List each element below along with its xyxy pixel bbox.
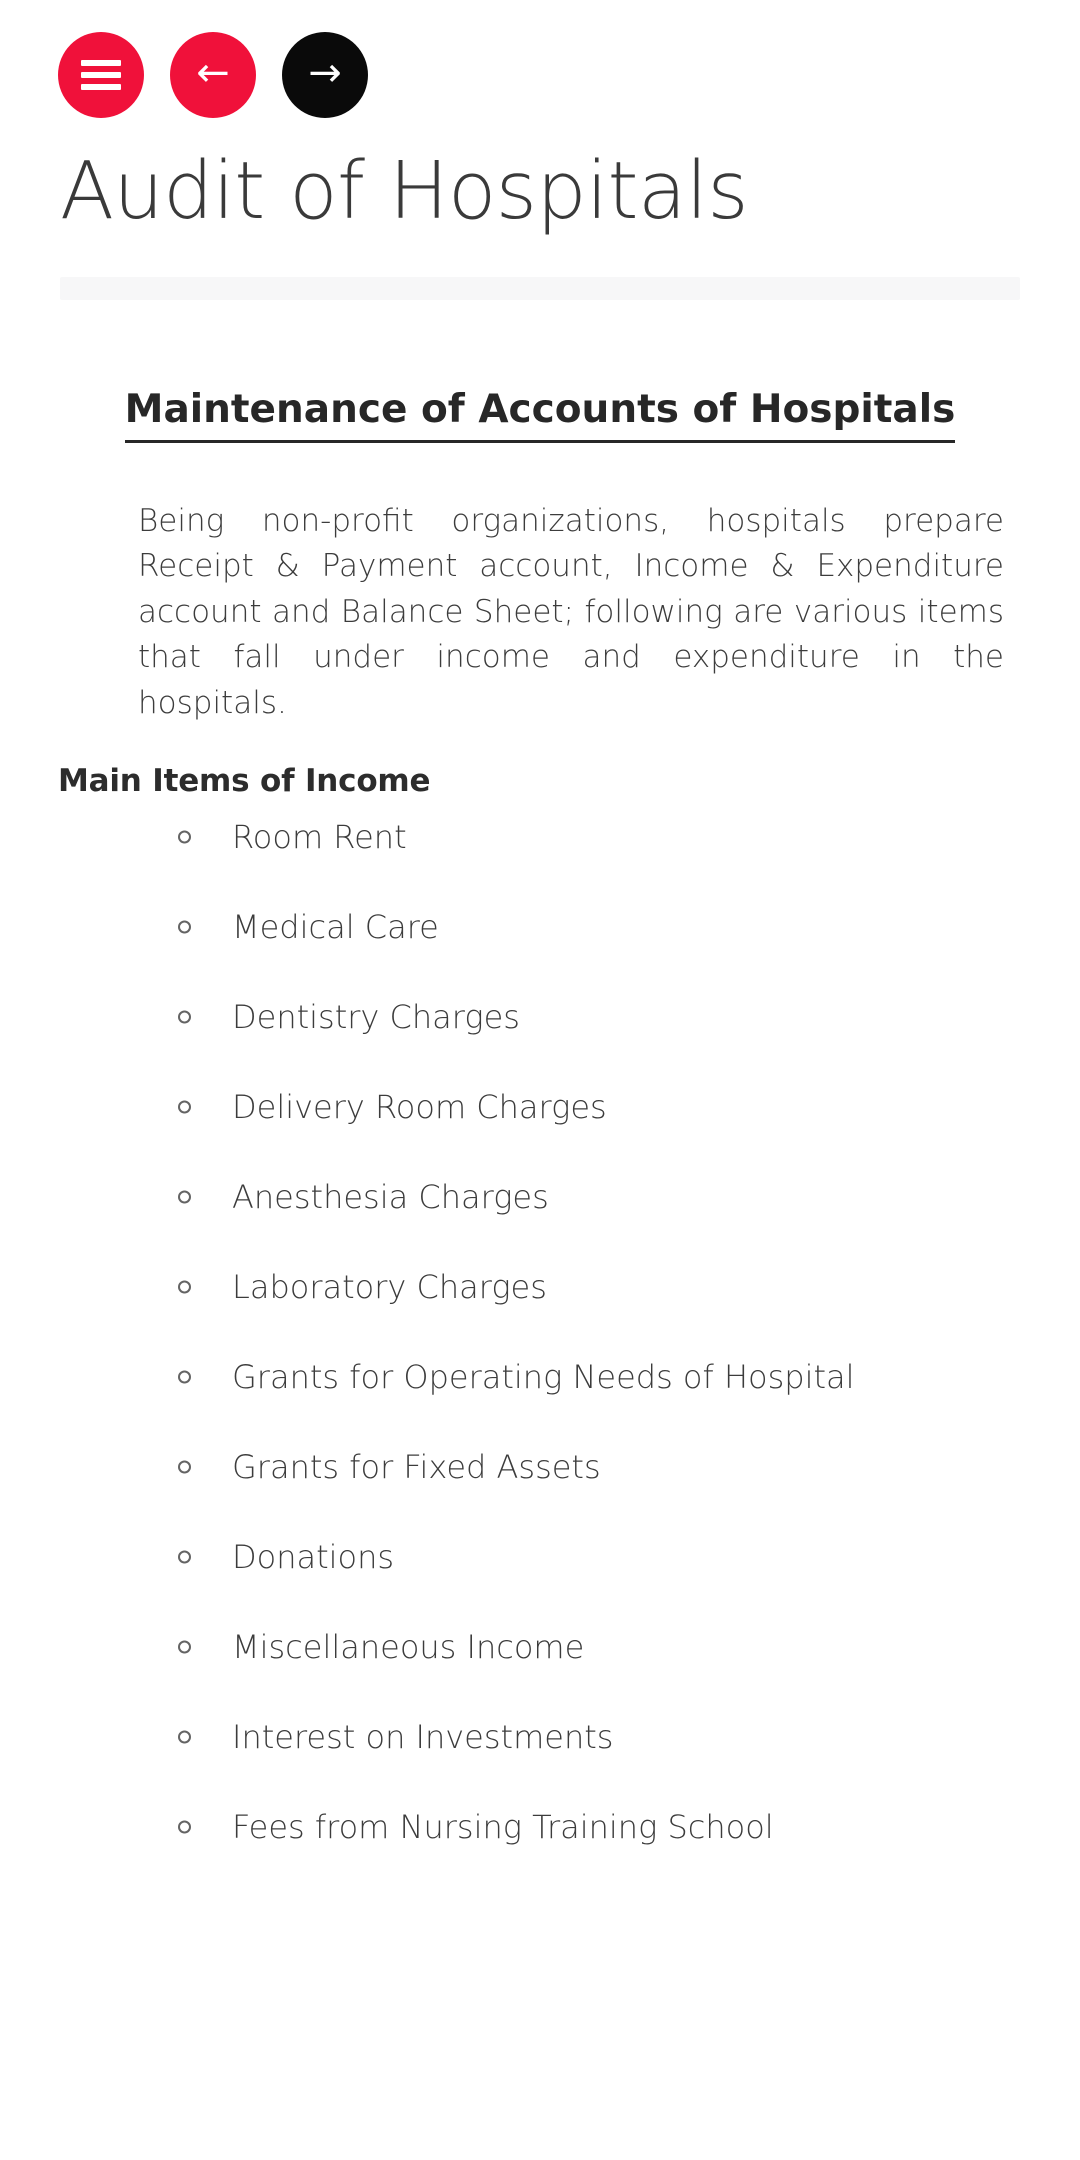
page-title: Audit of Hospitals bbox=[60, 145, 749, 237]
bullet-circle-icon bbox=[178, 1190, 191, 1204]
list-item: Dentistry Charges bbox=[178, 1001, 1022, 1033]
bullet-circle-icon bbox=[178, 1010, 191, 1024]
list-item: Fees from Nursing Training School bbox=[178, 1811, 1022, 1843]
forward-button[interactable]: → bbox=[282, 32, 368, 118]
menu-button[interactable] bbox=[58, 32, 144, 118]
section-heading-text: Maintenance of Accounts of Hospitals bbox=[124, 386, 956, 443]
list-item: Laboratory Charges bbox=[178, 1271, 1022, 1303]
bullet-circle-icon bbox=[178, 1370, 191, 1384]
list-item-label: Laboratory Charges bbox=[232, 1267, 547, 1306]
list-item-label: Interest on Investments bbox=[232, 1717, 614, 1756]
list-item-label: Room Rent bbox=[232, 817, 407, 856]
article-content: Maintenance of Accounts of Hospitals Bei… bbox=[0, 386, 1080, 1843]
list-item-label: Anesthesia Charges bbox=[232, 1177, 549, 1216]
intro-paragraph: Being non-profit organizations, hospital… bbox=[138, 502, 1004, 721]
subheading-main-items-of-income: Main Items of Income bbox=[58, 762, 431, 799]
list-item-label: Grants for Operating Needs of Hospital bbox=[232, 1357, 855, 1396]
list-item: Grants for Fixed Assets bbox=[178, 1451, 1022, 1483]
list-item-label: Medical Care bbox=[232, 907, 439, 946]
list-item: Donations bbox=[178, 1541, 1022, 1573]
list-item: Room Rent bbox=[178, 821, 1022, 853]
list-item: Grants for Operating Needs of Hospital bbox=[178, 1361, 1022, 1393]
list-item-label: Dentistry Charges bbox=[232, 997, 520, 1036]
bullet-circle-icon bbox=[178, 830, 191, 844]
bullet-circle-icon bbox=[178, 1460, 191, 1474]
bullet-circle-icon bbox=[178, 1100, 191, 1114]
bullet-circle-icon bbox=[178, 1820, 191, 1834]
list-item-label: Miscellaneous Income bbox=[232, 1627, 585, 1666]
bullet-circle-icon bbox=[178, 1730, 191, 1744]
income-items-list: Room Rent Medical Care Dentistry Charges… bbox=[58, 821, 1022, 1843]
list-item: Delivery Room Charges bbox=[178, 1091, 1022, 1123]
section-heading: Maintenance of Accounts of Hospitals bbox=[58, 386, 1022, 443]
list-item: Medical Care bbox=[178, 911, 1022, 943]
arrow-right-icon: → bbox=[308, 50, 342, 96]
list-item-label: Grants for Fixed Assets bbox=[232, 1447, 601, 1486]
list-item: Anesthesia Charges bbox=[178, 1181, 1022, 1213]
page-root: ← → Audit of Hospitals Maintenance of Ac… bbox=[0, 0, 1080, 2160]
list-item: Interest on Investments bbox=[178, 1721, 1022, 1753]
bullet-circle-icon bbox=[178, 1550, 191, 1564]
hamburger-icon bbox=[81, 60, 121, 90]
bullet-circle-icon bbox=[178, 1640, 191, 1654]
list-item: Miscellaneous Income bbox=[178, 1631, 1022, 1663]
list-item-label: Donations bbox=[232, 1537, 395, 1576]
list-item-label: Delivery Room Charges bbox=[232, 1087, 607, 1126]
progress-bar[interactable] bbox=[60, 277, 1020, 300]
bullet-circle-icon bbox=[178, 920, 191, 934]
back-button[interactable]: ← bbox=[170, 32, 256, 118]
arrow-left-icon: ← bbox=[196, 50, 230, 96]
list-item-label: Fees from Nursing Training School bbox=[232, 1807, 774, 1846]
top-toolbar: ← → bbox=[0, 0, 1080, 118]
bullet-circle-icon bbox=[178, 1280, 191, 1294]
